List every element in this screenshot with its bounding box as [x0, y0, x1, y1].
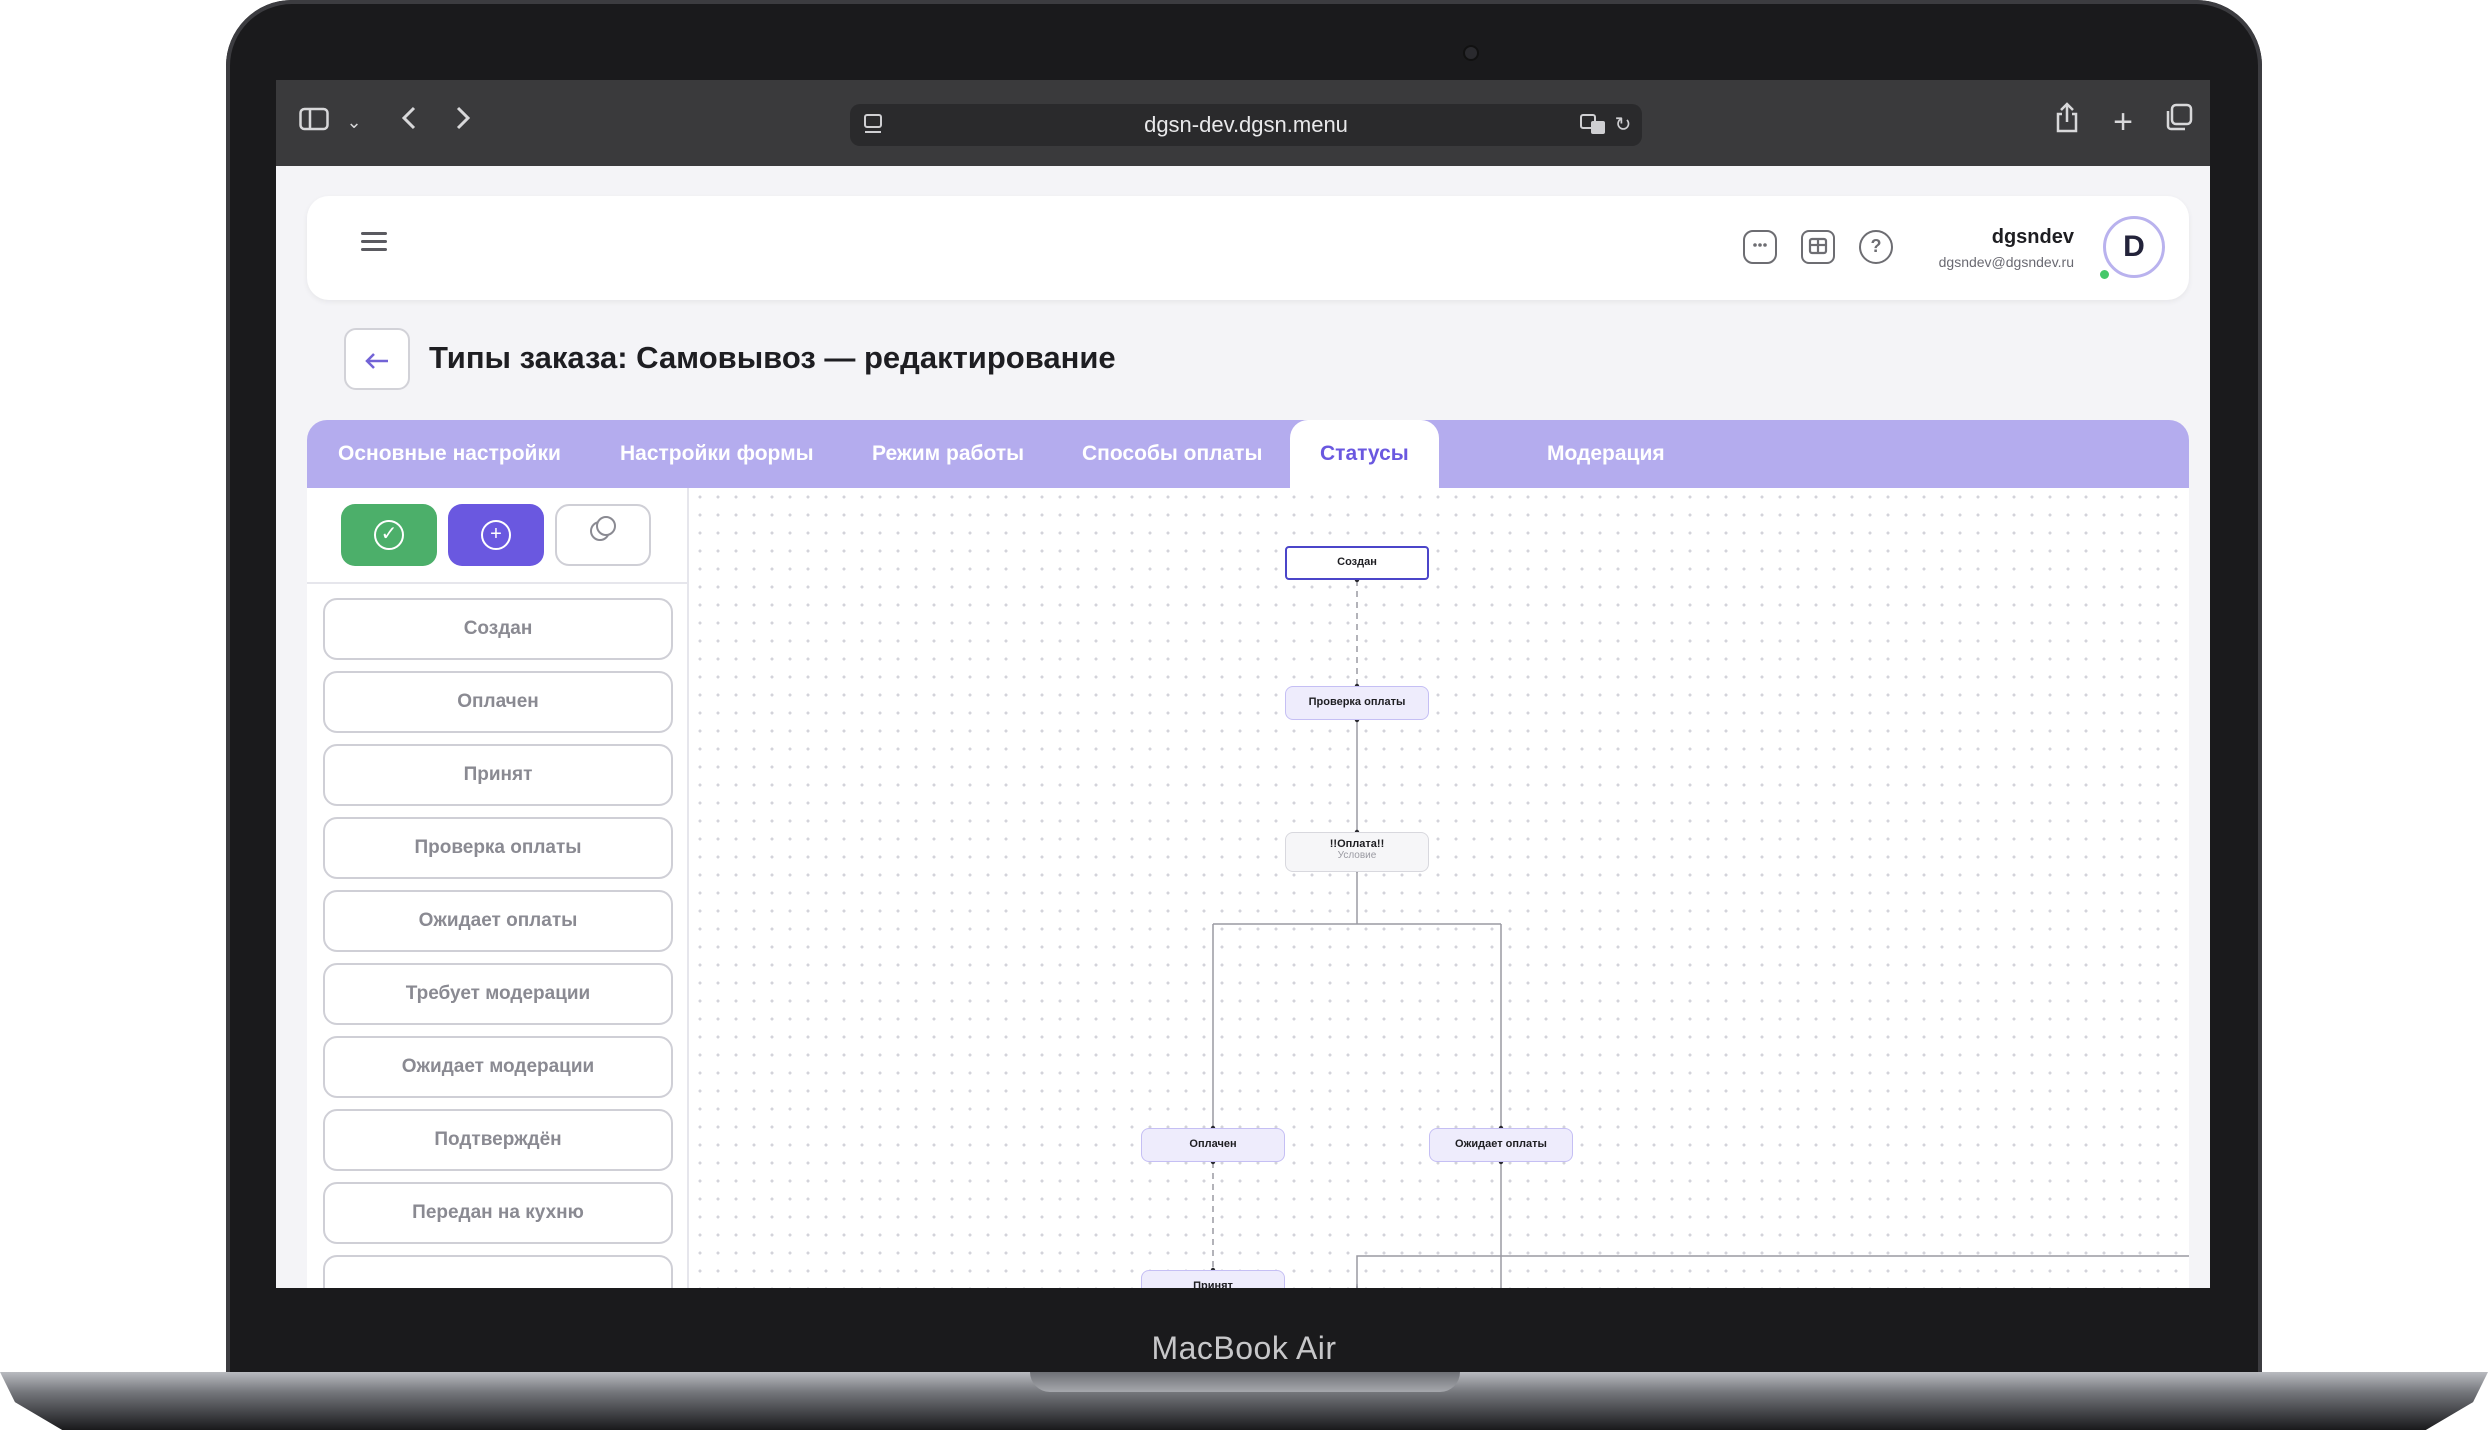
- condition-label: !!Оплата!!: [1329, 838, 1385, 850]
- save-button[interactable]: ✓: [341, 504, 437, 566]
- tab-statuses[interactable]: Статусы: [1290, 420, 1439, 488]
- flow-node-created[interactable]: Создан: [1285, 546, 1429, 580]
- sidebar-icon[interactable]: [296, 102, 332, 142]
- status-item[interactable]: Требует модерации: [323, 963, 673, 1025]
- copy-icon: [588, 507, 618, 563]
- flow-node-condition[interactable]: !!Оплата!! Условие: [1285, 832, 1429, 872]
- app-header: ? dgsndev dgsndev@dgsndev.ru D: [307, 196, 2189, 300]
- connector-long-branch: [1356, 1255, 2189, 1288]
- flow-node-accepted[interactable]: Принят: [1141, 1270, 1285, 1288]
- tab-payment-methods[interactable]: Способы оплаты: [1082, 420, 1262, 488]
- tab-working-hours[interactable]: Режим работы: [872, 420, 1024, 488]
- plus-circle-icon: +: [481, 520, 511, 551]
- tabs-bar: Основные настройки Настройки формы Режим…: [307, 420, 2189, 488]
- sidebar-divider: [307, 582, 687, 584]
- share-icon[interactable]: [2052, 102, 2082, 145]
- avatar[interactable]: D: [2103, 216, 2165, 278]
- plus-icon[interactable]: +: [2108, 102, 2138, 142]
- screen: ⌄ dgsn-dev.dgsn.menu ↻ + ? dgsndev dgsnd…: [276, 80, 2210, 1288]
- flow-node-paid[interactable]: Оплачен: [1141, 1128, 1285, 1162]
- flow-connectors: [1210, 577, 2189, 1288]
- url-text: dgsn-dev.dgsn.menu: [1144, 112, 1348, 137]
- user-email: dgsndev@dgsndev.ru: [1938, 254, 2074, 270]
- chevron-down-icon[interactable]: ⌄: [342, 102, 366, 142]
- tab-moderation[interactable]: Модерация: [1547, 420, 1665, 488]
- back-button[interactable]: [344, 328, 410, 390]
- flow-node-payment-check[interactable]: Проверка оплаты: [1285, 686, 1429, 720]
- back-arrow-icon[interactable]: [394, 102, 424, 142]
- tab-form-settings[interactable]: Настройки формы: [620, 420, 814, 488]
- hamburger-menu-icon[interactable]: [361, 232, 389, 254]
- camera: [1465, 47, 1477, 59]
- flow-node-awaiting-payment[interactable]: Ожидает оплаты: [1429, 1128, 1573, 1162]
- tab-main-settings[interactable]: Основные настройки: [338, 420, 561, 488]
- status-item[interactable]: Передан на кухню: [323, 1182, 673, 1244]
- status-item[interactable]: Ожидает модерации: [323, 1036, 673, 1098]
- content-panel: ✓ + Создан Оплачен Принят Проверка оплат…: [307, 488, 2189, 1288]
- status-item-partial[interactable]: [323, 1255, 673, 1288]
- translate-icon[interactable]: [1580, 112, 1606, 138]
- flow-canvas[interactable]: Создан Проверка оплаты !!Оплата!! Услови…: [691, 488, 2189, 1288]
- status-item[interactable]: Создан: [323, 598, 673, 660]
- store-icon[interactable]: [1801, 230, 1835, 264]
- status-item[interactable]: Подтверждён: [323, 1109, 673, 1171]
- page-title: Типы заказа: Самовывоз — редактирование: [429, 340, 1116, 375]
- status-item[interactable]: Принят: [323, 744, 673, 806]
- chat-icon[interactable]: [1743, 230, 1777, 264]
- copy-button[interactable]: [555, 504, 651, 566]
- add-status-button[interactable]: +: [448, 504, 544, 566]
- check-circle-icon: ✓: [374, 520, 404, 551]
- status-item[interactable]: Оплачен: [323, 671, 673, 733]
- reload-icon[interactable]: ↻: [1610, 112, 1636, 138]
- help-icon[interactable]: ?: [1859, 230, 1893, 264]
- tabs-icon[interactable]: [2162, 102, 2196, 143]
- user-name: dgsndev: [1991, 226, 2074, 248]
- forward-arrow-icon[interactable]: [448, 102, 478, 142]
- browser-toolbar: ⌄ dgsn-dev.dgsn.menu ↻ +: [276, 80, 2210, 166]
- status-item[interactable]: Ожидает оплаты: [323, 890, 673, 952]
- status-sidebar: ✓ + Создан Оплачен Принят Проверка оплат…: [307, 488, 689, 1288]
- condition-sublabel: Условие: [1337, 850, 1377, 861]
- laptop-notch: [1030, 1372, 1460, 1392]
- address-bar[interactable]: dgsn-dev.dgsn.menu ↻: [850, 104, 1642, 146]
- device-label: MacBook Air: [1151, 1330, 1337, 1366]
- status-item[interactable]: Проверка оплаты: [323, 817, 673, 879]
- online-status-indicator: [2098, 268, 2111, 281]
